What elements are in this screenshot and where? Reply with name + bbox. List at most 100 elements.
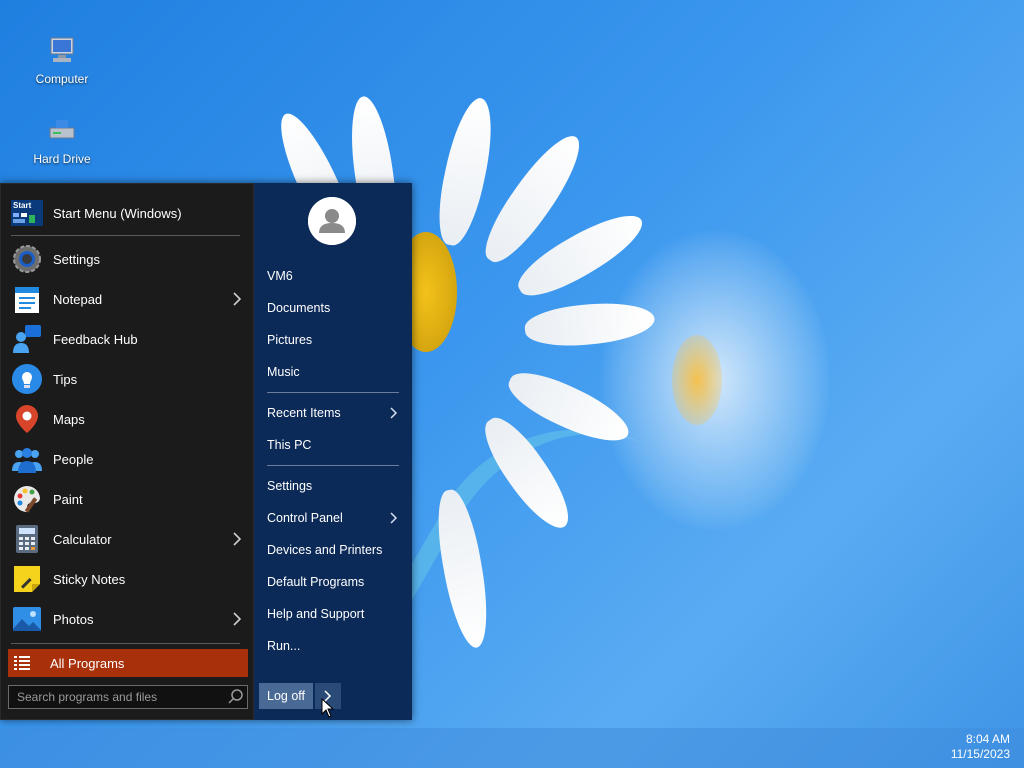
search-input[interactable] (9, 686, 225, 708)
start-menu-logo-text: Start (13, 201, 32, 210)
wallpaper-petal (473, 408, 581, 538)
notepad-icon (11, 283, 43, 315)
program-item-maps[interactable]: Maps (1, 399, 255, 439)
clock-time: 8:04 AM (965, 732, 1010, 746)
places-item-pictures[interactable]: Pictures (254, 324, 412, 356)
places-label: This PC (267, 438, 312, 452)
places-item-this-pc[interactable]: This PC (254, 429, 412, 461)
start-menu-left-pane: Start Start Menu (Windows) Settings Note… (0, 183, 254, 720)
feedback-hub-icon (11, 323, 43, 355)
start-menu-logo-icon: Start (11, 200, 43, 226)
places-label: Control Panel (267, 511, 343, 525)
chevron-right-icon (233, 292, 241, 306)
header-divider (11, 235, 240, 236)
places-label: Settings (267, 479, 313, 493)
places-item-run[interactable]: Run... (254, 630, 412, 662)
places-label: Run... (267, 639, 301, 653)
photo-icon (11, 603, 43, 635)
user-avatar[interactable] (308, 197, 356, 245)
people-icon (11, 443, 43, 475)
calculator-icon (11, 523, 43, 555)
program-item-calculator[interactable]: Calculator (1, 519, 255, 559)
program-label: Sticky Notes (53, 571, 126, 587)
places-label: Default Programs (267, 575, 365, 589)
wallpaper-stem (392, 372, 748, 728)
start-menu-right-pane: VM6 Documents Pictures Music Recent Item… (254, 183, 412, 720)
places-label: Music (267, 365, 300, 379)
wallpaper-petal (473, 125, 593, 272)
places-item-user-folder[interactable]: VM6 (254, 260, 412, 292)
program-label: Calculator (53, 531, 112, 547)
wallpaper-petal (510, 202, 652, 308)
program-label: People (53, 451, 94, 467)
places-divider (267, 392, 399, 393)
search-box (8, 685, 248, 709)
places-item-documents[interactable]: Documents (254, 292, 412, 324)
places-item-settings[interactable]: Settings (254, 470, 412, 502)
wallpaper-blurred-flower (600, 230, 830, 530)
mouse-cursor-icon (321, 698, 335, 718)
program-item-paint[interactable]: Paint (1, 479, 255, 519)
wallpaper-petal (430, 94, 501, 250)
places-item-devices-and-printers[interactable]: Devices and Printers (254, 534, 412, 566)
palette-icon (11, 483, 43, 515)
places-list: VM6 Documents Pictures Music Recent Item… (254, 260, 412, 662)
places-item-help-and-support[interactable]: Help and Support (254, 598, 412, 630)
program-item-tips[interactable]: Tips (1, 359, 255, 399)
chevron-right-icon (390, 512, 398, 524)
places-label: Documents (267, 301, 331, 315)
map-pin-icon (11, 403, 43, 435)
places-item-music[interactable]: Music (254, 356, 412, 388)
places-divider (267, 465, 399, 466)
chevron-right-icon (390, 407, 398, 419)
gear-icon (11, 243, 43, 275)
start-menu: Start Start Menu (Windows) Settings Note… (0, 183, 412, 720)
program-label: Tips (53, 371, 78, 387)
system-clock[interactable]: 8:04 AM 11/15/2023 (951, 732, 1010, 762)
places-item-default-programs[interactable]: Default Programs (254, 566, 412, 598)
wallpaper-petal (501, 361, 637, 454)
hard-drive-icon (46, 114, 78, 146)
all-programs-button[interactable]: All Programs (8, 649, 248, 677)
programs-divider (11, 643, 240, 644)
places-item-recent-items[interactable]: Recent Items (254, 397, 412, 429)
program-item-sticky-notes[interactable]: Sticky Notes (1, 559, 255, 599)
computer-icon (46, 34, 78, 66)
list-icon (14, 655, 30, 671)
logoff-button[interactable]: Log off (259, 683, 314, 709)
program-label: Maps (53, 411, 85, 427)
search-icon[interactable] (225, 686, 247, 708)
taskbar: 8:04 AM 11/15/2023 (0, 728, 1024, 768)
start-menu-header: Start Start Menu (Windows) (11, 198, 182, 228)
program-label: Feedback Hub (53, 331, 138, 347)
lightbulb-icon (11, 363, 43, 395)
program-item-feedback-hub[interactable]: Feedback Hub (1, 319, 255, 359)
program-list: Settings Notepad Feedback Hub Tips Maps … (1, 239, 255, 639)
program-label: Notepad (53, 291, 103, 307)
places-label: VM6 (267, 269, 293, 283)
places-label: Recent Items (267, 406, 341, 420)
program-label: Paint (53, 491, 83, 507)
sticky-note-icon (11, 563, 43, 595)
program-item-people[interactable]: People (1, 439, 255, 479)
places-label: Help and Support (267, 607, 365, 621)
desktop-icon-label: Computer (35, 72, 89, 86)
places-label: Pictures (267, 333, 313, 347)
clock-date: 11/15/2023 (950, 747, 1010, 761)
chevron-right-icon (233, 612, 241, 626)
places-item-control-panel[interactable]: Control Panel (254, 502, 412, 534)
wallpaper-petal (430, 486, 496, 651)
desktop-icon-hard-drive[interactable]: Hard Drive (17, 114, 107, 166)
program-item-settings[interactable]: Settings (1, 239, 255, 279)
wallpaper-blurred-center (672, 335, 722, 425)
program-item-notepad[interactable]: Notepad (1, 279, 255, 319)
wallpaper-petal (523, 298, 657, 350)
start-menu-title: Start Menu (Windows) (53, 205, 182, 221)
program-label: Settings (53, 251, 100, 267)
all-programs-label: All Programs (50, 655, 125, 671)
desktop-icon-computer[interactable]: Computer (17, 34, 107, 86)
program-label: Photos (53, 611, 94, 627)
user-icon (308, 197, 356, 245)
program-item-photos[interactable]: Photos (1, 599, 255, 639)
places-label: Devices and Printers (267, 543, 383, 557)
